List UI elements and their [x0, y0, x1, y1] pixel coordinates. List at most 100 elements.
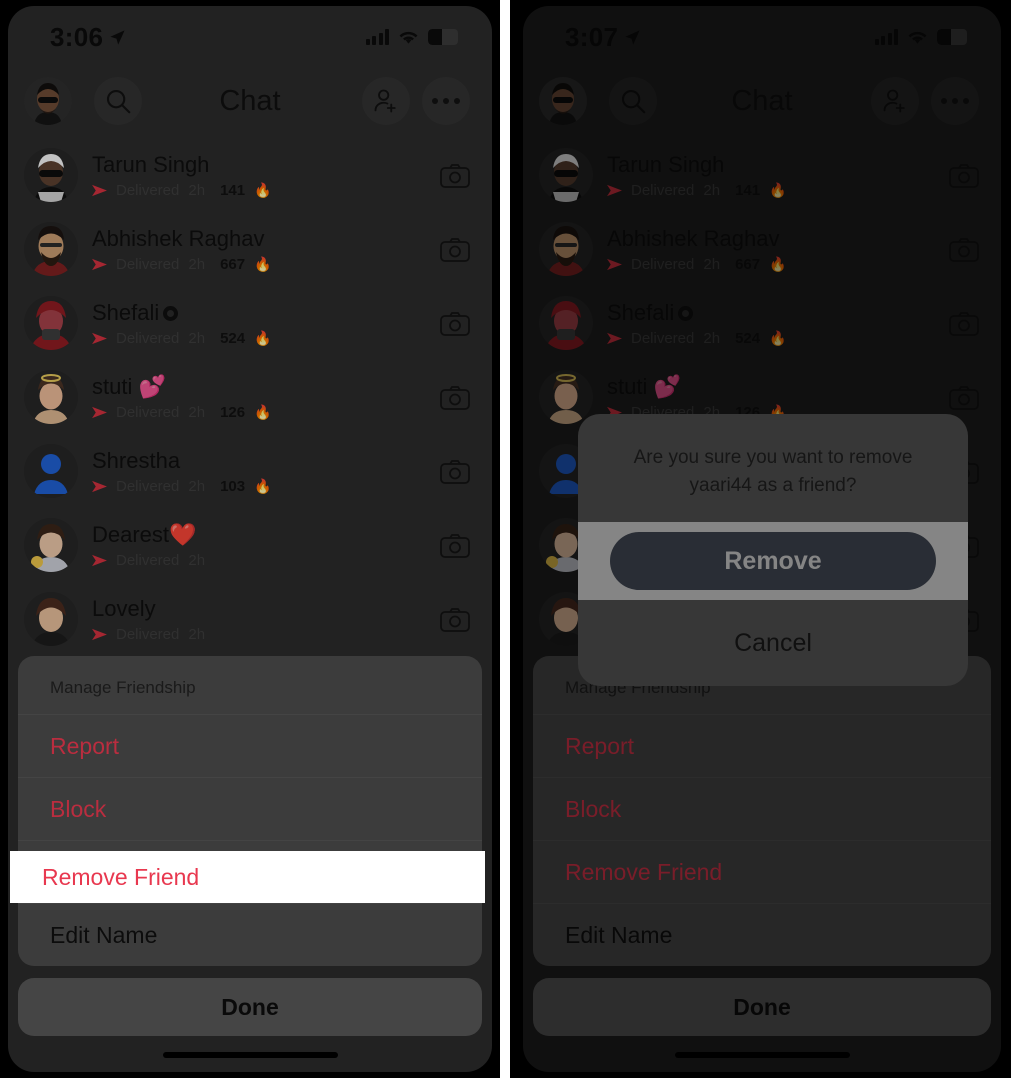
chat-row[interactable]: Lovely Delivered 2h: [8, 582, 492, 656]
chat-row[interactable]: Tarun Singh Delivered 2h 141 🔥: [523, 138, 1001, 212]
profile-avatar[interactable]: [24, 77, 72, 125]
chat-name-text: Abhishek Raghav: [92, 225, 265, 251]
profile-avatar[interactable]: [539, 77, 587, 125]
home-indicator: [162, 1052, 338, 1058]
avatar-bitmoji-icon: [34, 83, 62, 125]
camera-icon[interactable]: [949, 311, 979, 336]
edit-name-item[interactable]: Edit Name: [533, 903, 991, 966]
chat-status: Delivered: [116, 181, 180, 199]
more-options-icon[interactable]: [422, 77, 470, 125]
more-options-icon[interactable]: [931, 77, 979, 125]
chat-info: Lovely Delivered 2h: [78, 596, 440, 643]
delivered-arrow-icon: [92, 184, 107, 196]
dialog-message: Are you sure you want to remove yaari44 …: [633, 447, 913, 496]
block-item[interactable]: Block: [18, 777, 482, 840]
comparison-stage: 3:06 Chat Tarun Singh Delivered 2h 141 🔥…: [0, 0, 1011, 1078]
cancel-button[interactable]: Cancel: [578, 600, 968, 686]
chat-row[interactable]: Shefali Delivered 2h 524 🔥: [523, 286, 1001, 360]
add-friend-glyph-icon: [883, 89, 905, 113]
wifi-icon: [399, 31, 418, 44]
camera-icon[interactable]: [440, 459, 470, 484]
avatar: [24, 444, 78, 498]
chat-row[interactable]: Abhishek Raghav Delivered 2h 667 🔥: [8, 212, 492, 286]
camera-icon[interactable]: [440, 311, 470, 336]
search-icon[interactable]: [94, 77, 142, 125]
status-bar: 3:07: [523, 6, 1001, 68]
remove-friend-item[interactable]: Remove Friend: [533, 840, 991, 903]
camera-icon[interactable]: [440, 607, 470, 632]
streak-count: 126: [220, 403, 246, 421]
search-glyph-icon: [106, 89, 131, 114]
bitmoji-icon: [24, 592, 78, 646]
chat-row[interactable]: Tarun Singh Delivered 2h 141 🔥: [8, 138, 492, 212]
chat-name-text: stuti 💕: [92, 373, 166, 399]
chat-row[interactable]: Shefali Delivered 2h 524 🔥: [8, 286, 492, 360]
bitmoji-icon: [24, 518, 78, 572]
search-icon[interactable]: [609, 77, 657, 125]
bitmoji-icon: [539, 296, 593, 350]
delivered-arrow-icon: [92, 258, 107, 270]
chat-info: Abhishek Raghav Delivered 2h 667 🔥: [593, 226, 949, 273]
chat-name-text: Dearest❤️: [92, 521, 197, 547]
more-dots-icon: [432, 98, 460, 104]
streak-count: 103: [220, 477, 246, 495]
camera-icon[interactable]: [949, 237, 979, 262]
highlight-remove-friend[interactable]: Remove Friend: [10, 851, 485, 903]
chat-row[interactable]: Abhishek Raghav Delivered 2h 667 🔥: [523, 212, 1001, 286]
report-item[interactable]: Report: [18, 714, 482, 777]
bitmoji-icon: [24, 370, 78, 424]
chat-row[interactable]: Dearest❤️ Delivered 2h: [8, 508, 492, 582]
chat-info: Abhishek Raghav Delivered 2h 667 🔥: [78, 226, 440, 273]
chat-header: Chat: [523, 68, 1001, 134]
camera-icon[interactable]: [440, 237, 470, 262]
camera-icon[interactable]: [440, 385, 470, 410]
chat-name: Tarun Singh: [92, 152, 440, 178]
chat-row[interactable]: stuti 💕 Delivered 2h 126 🔥: [8, 360, 492, 434]
avatar: [539, 370, 593, 424]
bitmoji-icon: [539, 222, 593, 276]
chat-name: Shefali: [92, 300, 440, 326]
phone-screen-left: 3:06 Chat Tarun Singh Delivered 2h 141 🔥…: [8, 6, 492, 1072]
more-dots-icon: [941, 98, 969, 104]
done-button[interactable]: Done: [18, 978, 482, 1036]
chat-subtitle: Delivered 2h 126 🔥: [92, 404, 440, 421]
chat-status: Delivered: [116, 255, 180, 273]
chat-name-text: Lovely: [92, 595, 156, 621]
chat-subtitle: Delivered 2h 667 🔥: [607, 256, 949, 273]
avatar: [24, 222, 78, 276]
camera-icon[interactable]: [949, 385, 979, 410]
block-item[interactable]: Block: [533, 777, 991, 840]
bitmoji-icon: [539, 370, 593, 424]
chat-row[interactable]: Shrestha Delivered 2h 103 🔥: [8, 434, 492, 508]
chat-status: Delivered: [631, 181, 695, 199]
add-friend-icon[interactable]: [362, 77, 410, 125]
chat-status: Delivered: [116, 625, 180, 643]
phone-screen-right: 3:07 Chat Tarun Singh Delivered 2h 141 🔥…: [523, 6, 1001, 1072]
cellular-signal-icon: [874, 29, 898, 45]
chat-info: Tarun Singh Delivered 2h 141 🔥: [593, 152, 949, 199]
camera-icon[interactable]: [440, 163, 470, 188]
delivered-arrow-icon: [92, 554, 107, 566]
done-button[interactable]: Done: [533, 978, 991, 1036]
phone-screenshot-left: 3:06 Chat Tarun Singh Delivered 2h 141 🔥…: [0, 0, 500, 1078]
edit-name-item[interactable]: Edit Name: [18, 903, 482, 966]
chat-name: Shrestha: [92, 448, 440, 474]
location-arrow-icon: [110, 29, 125, 45]
chat-info: Shrestha Delivered 2h 103 🔥: [78, 448, 440, 495]
streak-fire-icon: 🔥: [769, 255, 787, 272]
header-actions: [871, 77, 979, 125]
chat-time: 2h: [703, 329, 721, 347]
remove-button[interactable]: Remove: [610, 532, 936, 590]
streak-count: 141: [735, 181, 761, 199]
chat-name-text: Shrestha: [92, 447, 181, 473]
chat-name: Abhishek Raghav: [92, 226, 440, 252]
report-item[interactable]: Report: [533, 714, 991, 777]
add-friend-icon[interactable]: [871, 77, 919, 125]
camera-icon[interactable]: [440, 533, 470, 558]
highlight-remove-button: Remove: [578, 522, 968, 600]
camera-icon[interactable]: [949, 163, 979, 188]
chat-status: Delivered: [116, 551, 180, 569]
avatar: [539, 222, 593, 276]
status-bar-left: 3:06: [50, 22, 126, 53]
chat-name-text: Tarun Singh: [607, 151, 725, 177]
